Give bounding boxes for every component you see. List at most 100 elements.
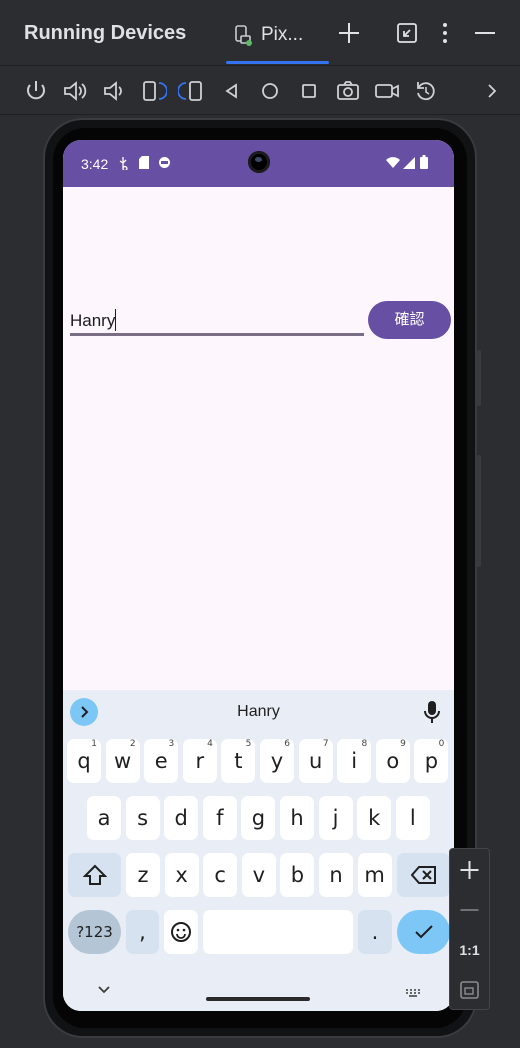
- device-tab[interactable]: Pix...: [226, 12, 329, 64]
- gesture-nav-bar[interactable]: [206, 997, 310, 1001]
- key-f[interactable]: f: [202, 796, 237, 840]
- key-g[interactable]: g: [241, 796, 276, 840]
- key-label: r: [195, 749, 205, 773]
- back-icon[interactable]: [217, 77, 245, 105]
- active-tab-indicator: [226, 61, 329, 64]
- period-key[interactable]: .: [358, 910, 392, 954]
- name-input-value: Hanry: [70, 311, 116, 330]
- key-j[interactable]: j: [318, 796, 353, 840]
- volume-up-icon[interactable]: [61, 77, 89, 105]
- minus-icon: [460, 909, 479, 911]
- name-input[interactable]: Hanry: [70, 309, 364, 336]
- front-camera: [248, 151, 270, 173]
- zoom-out-button[interactable]: [450, 891, 489, 929]
- key-x[interactable]: x: [164, 853, 199, 897]
- zoom-in-button[interactable]: [450, 851, 489, 889]
- key-hint: 0: [438, 739, 445, 749]
- rotate-left-icon[interactable]: [139, 77, 168, 105]
- phone-screen: 3:42 Hanry 確認 Hanry q 1 w 2 e 3 r 4 t 5 …: [63, 140, 454, 1011]
- volume-down-icon[interactable]: [100, 77, 128, 105]
- suggestion-word[interactable]: Hanry: [63, 703, 454, 721]
- reset-icon[interactable]: [412, 77, 440, 105]
- key-hint: 5: [245, 739, 252, 749]
- microphone-icon[interactable]: [423, 700, 441, 724]
- key-y[interactable]: y6: [260, 739, 294, 783]
- space-key[interactable]: [203, 910, 353, 954]
- enter-key[interactable]: [397, 910, 450, 954]
- plus-icon: [460, 861, 479, 879]
- key-q[interactable]: q1: [67, 739, 101, 783]
- key-c[interactable]: c: [203, 853, 238, 897]
- key-w[interactable]: w2: [105, 739, 140, 783]
- key-label: p: [424, 749, 439, 773]
- key-hint: 6: [284, 739, 290, 749]
- rotate-right-icon[interactable]: [177, 77, 206, 105]
- app-notification-icon: [158, 156, 171, 174]
- key-hint: 3: [168, 739, 175, 749]
- tool-window-title: Running Devices: [24, 22, 187, 44]
- fit-screen-icon: [460, 981, 479, 999]
- overview-icon[interactable]: [295, 77, 323, 105]
- emoji-key[interactable]: [164, 910, 198, 954]
- shift-icon: [82, 864, 107, 885]
- key-l[interactable]: l: [395, 796, 430, 840]
- key-label: o: [386, 749, 400, 773]
- backspace-key[interactable]: [397, 853, 450, 897]
- checkmark-icon: [414, 925, 433, 939]
- power-icon[interactable]: [22, 77, 50, 105]
- key-label: y: [270, 749, 284, 773]
- shift-key[interactable]: [68, 853, 121, 897]
- key-label: u: [308, 749, 323, 773]
- device-toolbar: [0, 67, 520, 115]
- key-e[interactable]: e3: [144, 739, 179, 783]
- key-u[interactable]: u7: [298, 739, 333, 783]
- tool-window-header: Running Devices Pix...: [0, 0, 520, 66]
- home-icon[interactable]: [256, 77, 284, 105]
- key-hint: 8: [361, 739, 368, 749]
- key-o[interactable]: o9: [375, 739, 410, 783]
- key-r[interactable]: r4: [182, 739, 217, 783]
- text-cursor: [115, 309, 116, 331]
- key-label: q: [77, 749, 91, 773]
- key-n[interactable]: n: [319, 853, 353, 897]
- backspace-icon: [410, 866, 436, 884]
- symbols-key[interactable]: ?123: [68, 910, 121, 954]
- screen-record-icon[interactable]: [373, 77, 401, 105]
- key-d[interactable]: d: [164, 796, 199, 840]
- minimize-icon[interactable]: [472, 20, 498, 46]
- key-k[interactable]: k: [357, 796, 392, 840]
- signal-icon: [403, 156, 415, 174]
- key-s[interactable]: s: [125, 796, 160, 840]
- key-p[interactable]: p0: [414, 739, 449, 783]
- restore-window-icon[interactable]: [394, 20, 420, 46]
- status-bar: 3:42: [63, 140, 454, 187]
- key-hint: 9: [400, 739, 406, 749]
- key-h[interactable]: h: [280, 796, 314, 840]
- status-time: 3:42: [81, 156, 109, 172]
- key-v[interactable]: v: [241, 853, 276, 897]
- key-hint: 2: [129, 739, 136, 749]
- hide-keyboard-icon[interactable]: [97, 982, 111, 1000]
- key-m[interactable]: m: [357, 853, 392, 897]
- key-hint: 4: [207, 739, 213, 749]
- fit-screen-button[interactable]: [450, 971, 489, 1009]
- power-side-button: [477, 350, 481, 406]
- suggestion-strip: Hanry: [63, 690, 454, 734]
- key-label: e: [154, 749, 168, 773]
- actual-size-button[interactable]: 1:1: [450, 931, 489, 969]
- more-options-icon[interactable]: [432, 20, 458, 46]
- key-i[interactable]: i8: [337, 739, 372, 783]
- chevron-right-icon[interactable]: [478, 77, 506, 105]
- key-b[interactable]: b: [280, 853, 315, 897]
- comma-key[interactable]: ,: [126, 910, 159, 954]
- on-screen-keyboard: Hanry q1w2e3r4t5y6u7i8o9p0 asdfghjkl zxc…: [63, 690, 454, 1011]
- confirm-button[interactable]: 確認: [368, 301, 451, 339]
- key-label: w: [114, 749, 132, 773]
- key-z[interactable]: z: [126, 853, 160, 897]
- screenshot-icon[interactable]: [334, 77, 362, 105]
- volume-side-button: [477, 455, 481, 567]
- key-a[interactable]: a: [87, 796, 121, 840]
- add-icon[interactable]: [336, 20, 362, 46]
- key-t[interactable]: t5: [221, 739, 256, 783]
- keyboard-switch-icon[interactable]: [405, 984, 421, 1002]
